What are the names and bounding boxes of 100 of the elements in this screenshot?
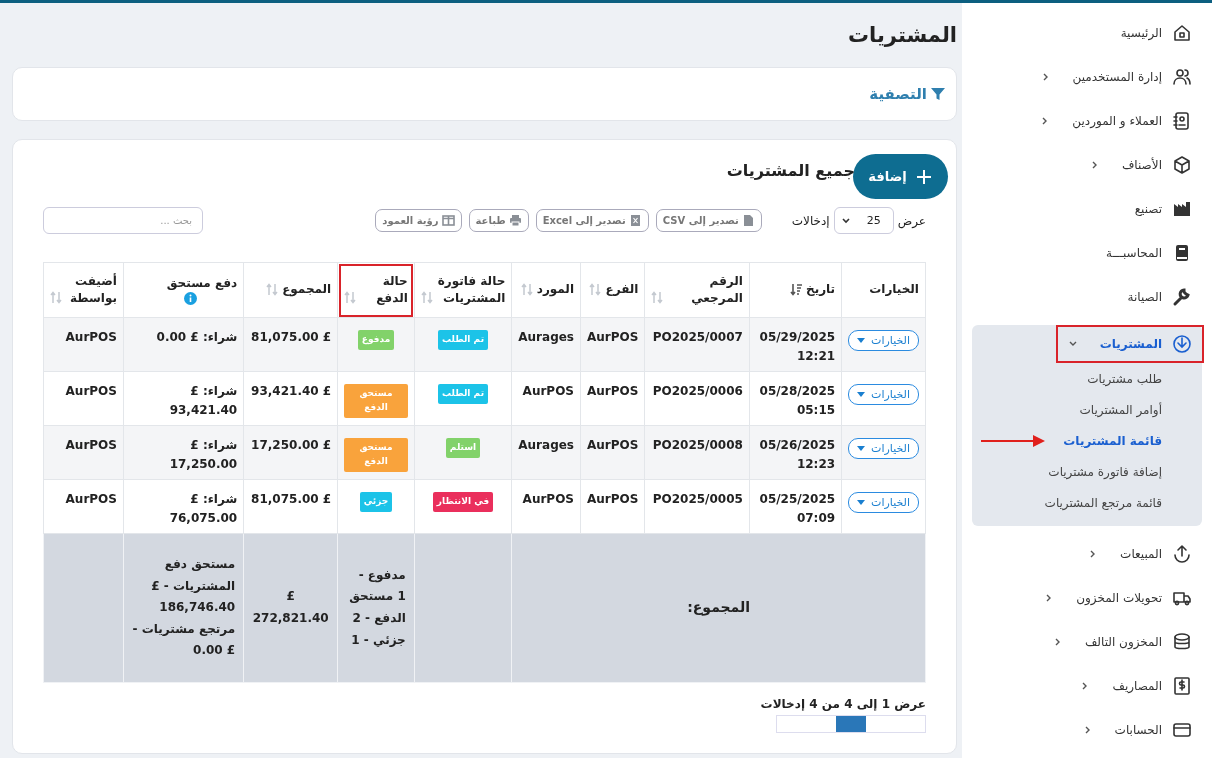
submenu-item[interactable]: قائمة المشتريات xyxy=(1063,433,1162,448)
filter-toggle[interactable]: التصفية xyxy=(869,85,946,103)
column-header[interactable]: المورد xyxy=(511,262,581,318)
card-title: جميع المشتريات xyxy=(726,161,855,180)
table-cell: شراء: £ 17,250.00 xyxy=(123,425,244,480)
submenu-item[interactable]: إضافة فاتورة مشتريات xyxy=(1048,464,1162,479)
column-header[interactable]: حالة فاتورة المشتريات xyxy=(414,262,512,318)
status-badge: استلم xyxy=(445,438,481,458)
plus-icon xyxy=(914,167,933,186)
nav-item[interactable]: المصاريف xyxy=(1070,664,1202,708)
table-cell: Aurages xyxy=(511,317,581,372)
card-icon xyxy=(1172,720,1192,740)
nav-item[interactable]: المبيعات xyxy=(1078,532,1202,576)
table-cell: شراء: £ 93,421.40 xyxy=(123,371,244,426)
nav-item[interactable]: إدارة المستخدمين xyxy=(1030,55,1202,99)
add-button[interactable]: إضافة xyxy=(853,154,948,199)
status-badge: مدفوع xyxy=(357,330,395,350)
nav-item[interactable]: الرئيسية xyxy=(1110,11,1202,55)
sort-icon xyxy=(520,282,533,296)
home-icon xyxy=(1172,23,1192,43)
caret-icon xyxy=(857,499,866,506)
table-info: عرض 1 إلى 4 من 4 إدخالات xyxy=(759,697,926,711)
column-header[interactable]: الفرع xyxy=(580,262,645,318)
toolbar-button[interactable]: طباعة xyxy=(468,209,529,232)
status-badge: في الانتظار xyxy=(432,492,494,512)
length-label: عرض xyxy=(897,213,926,228)
caret-icon xyxy=(840,215,851,226)
page-length-select[interactable]: 25 xyxy=(833,207,894,234)
printer-icon xyxy=(508,214,522,227)
length-label: إدخالات xyxy=(791,213,830,228)
sort-icon xyxy=(50,291,62,305)
column-header[interactable]: دفع مستحق xyxy=(123,262,244,318)
column-header[interactable]: حالة الدفع xyxy=(337,262,415,318)
sort-icon xyxy=(344,291,357,305)
table-cell: AurPOS xyxy=(43,425,124,480)
address-book-icon xyxy=(1172,111,1192,131)
column-header[interactable]: أضيفت بواسطة xyxy=(43,262,124,318)
toolbar-button[interactable]: تصدير إلى Excel xyxy=(535,209,649,232)
table-cell: شراء: £ 0.00 xyxy=(123,317,244,372)
toolbar-button[interactable]: رؤية العمود xyxy=(375,209,462,232)
sort-descending-icon xyxy=(790,282,802,296)
table-cell: 05/25/2025 07:09 xyxy=(749,479,842,534)
nav-item[interactable]: تصنيع xyxy=(1124,187,1202,231)
sort-icon xyxy=(589,282,602,296)
column-header[interactable]: المجموع xyxy=(243,262,338,318)
table-cell: £ 17,250.00 xyxy=(243,425,338,480)
upload-icon xyxy=(1172,544,1192,564)
nav-item[interactable]: تحويلات المخزون xyxy=(1034,576,1202,620)
table-cell: PO2025/0006 xyxy=(644,371,750,426)
options-dropdown-button[interactable]: الخيارات xyxy=(848,492,919,513)
wrench-icon xyxy=(1172,287,1192,307)
table-cell: AurPOS xyxy=(511,371,581,426)
nav-item[interactable]: العملاء و الموردين xyxy=(1030,99,1202,143)
sort-icon xyxy=(266,282,279,296)
receipt-icon xyxy=(1172,676,1192,696)
status-badge: جزئي xyxy=(359,492,393,512)
table-cell: £ 272,821.40 xyxy=(243,533,338,683)
nav-item[interactable]: الأصناف xyxy=(1079,143,1202,187)
database-icon xyxy=(1172,632,1192,652)
download-icon xyxy=(1172,334,1192,354)
submenu-item[interactable]: أوامر المشتريات xyxy=(1079,402,1162,417)
column-header[interactable]: تاريخ xyxy=(749,262,842,318)
users-icon xyxy=(1172,67,1192,87)
table-cell: مستحق دفع المشتريات - £ 186,746.40 مرتجع مشتريات - £ 0.00 xyxy=(123,533,244,683)
table-cell: AurPOS xyxy=(43,317,124,372)
nav-item[interactable]: الحسابات xyxy=(1072,708,1202,752)
submenu-item[interactable]: طلب مشتريات xyxy=(1087,371,1162,386)
box-icon xyxy=(1172,155,1192,175)
nav-item[interactable]: المخزون التالف xyxy=(1042,620,1202,664)
column-header[interactable]: الرقم المرجعي xyxy=(644,262,750,318)
spreadsheet-icon xyxy=(628,214,642,227)
column-header[interactable]: الخيارات xyxy=(841,262,926,318)
factory-icon xyxy=(1172,199,1192,219)
table-cell: £ 81,075.00 xyxy=(243,317,338,372)
nav-item[interactable]: المشتريات xyxy=(1057,327,1202,361)
submenu-item[interactable]: قائمة مرتجع المشتريات xyxy=(1044,495,1162,510)
table-cell: شراء: £ 76,075.00 xyxy=(123,479,244,534)
toolbar-button[interactable]: تصدير إلى CSV xyxy=(655,209,762,232)
caret-icon xyxy=(857,391,866,398)
nav-item[interactable]: الصيانة xyxy=(1117,275,1202,319)
caret-icon xyxy=(857,337,866,344)
filter-icon xyxy=(930,86,946,102)
table-cell: 05/28/2025 05:15 xyxy=(749,371,842,426)
options-dropdown-button[interactable]: الخيارات xyxy=(848,330,919,351)
table-cell: PO2025/0007 xyxy=(644,317,750,372)
options-dropdown-button[interactable]: الخيارات xyxy=(848,438,919,459)
sort-icon xyxy=(420,291,433,305)
options-dropdown-button[interactable]: الخيارات xyxy=(848,384,919,405)
status-badge: تم الطلب xyxy=(438,384,489,404)
sort-icon xyxy=(651,291,664,305)
nav-item[interactable]: المحاسبـــة xyxy=(1096,231,1202,275)
status-badge: مستحق الدفع xyxy=(344,438,408,472)
table-cell: AurPOS xyxy=(580,371,645,426)
table-cell: PO2025/0005 xyxy=(644,479,750,534)
table-cell: 05/29/2025 12:21 xyxy=(749,317,842,372)
table-cell: AurPOS xyxy=(580,317,645,372)
table-cell: AurPOS xyxy=(43,479,124,534)
info-icon xyxy=(184,292,198,306)
search-field[interactable]: بحث ... xyxy=(43,207,203,234)
table-cell: AurPOS xyxy=(511,479,581,534)
